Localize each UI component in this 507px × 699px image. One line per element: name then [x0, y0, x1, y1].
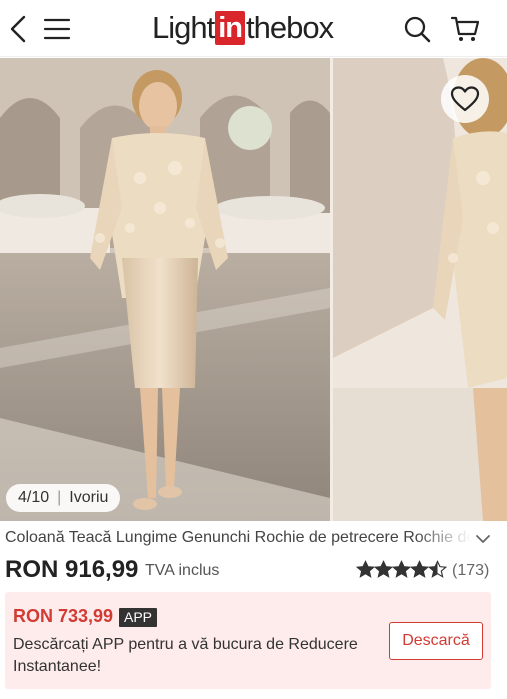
hamburger-menu-icon[interactable] [38, 10, 76, 48]
badge-divider: | [57, 489, 62, 506]
logo-text-right: thebox [246, 10, 334, 45]
star-icon [356, 560, 375, 578]
color-name: Ivoriu [69, 489, 109, 506]
dress-photo-main [0, 58, 330, 521]
rating-stars[interactable] [356, 560, 447, 579]
star-icon [374, 560, 393, 578]
lightinthebox-logo[interactable]: Light in thebox [152, 10, 334, 46]
app-promo-box: RON 733,99 APP Descărcați APP pentru a v… [5, 592, 491, 689]
star-icon [392, 560, 411, 578]
back-arrow-icon[interactable] [0, 10, 38, 48]
star-icon [428, 560, 447, 578]
heart-icon [450, 86, 480, 112]
search-icon[interactable] [398, 10, 436, 48]
image-counter: 4/10 [18, 489, 50, 506]
tax-label: TVA inclus [145, 562, 220, 579]
top-nav-bar: Light in thebox [0, 0, 507, 57]
product-title[interactable]: Coloană Teacă Lungime Genunchi Rochie de… [5, 529, 471, 547]
app-tag: APP [119, 608, 158, 627]
product-image-main[interactable] [0, 58, 330, 521]
star-icon [410, 560, 429, 578]
favorite-button[interactable] [441, 75, 489, 123]
logo-text-in: in [215, 11, 246, 45]
product-price: RON 916,99 [5, 556, 139, 583]
download-app-button[interactable]: Descarcă [389, 622, 483, 660]
dress-photo-second [333, 58, 507, 521]
review-count[interactable]: (173) [452, 562, 489, 580]
image-counter-badge: 4/10 | Ivoriu [6, 484, 121, 512]
product-image-next[interactable] [333, 58, 507, 521]
product-image-gallery[interactable]: 4/10 | Ivoriu [0, 58, 507, 521]
app-promo-text: Descărcați APP pentru a vă bucura de Red… [13, 636, 358, 675]
app-price: RON 733,99 [13, 606, 114, 626]
chevron-down-icon[interactable] [474, 530, 492, 548]
cart-icon[interactable] [446, 10, 484, 48]
logo-text-left: Light [152, 10, 215, 45]
